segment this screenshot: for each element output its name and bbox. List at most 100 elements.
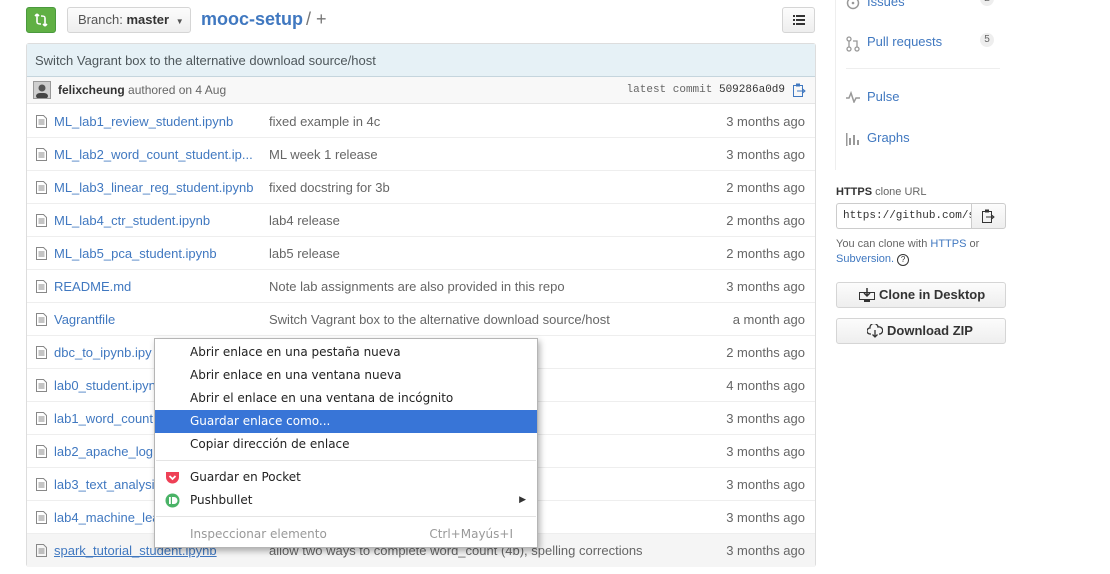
file-icon [36,445,47,458]
file-name-link[interactable]: lab4_machine_lea [54,501,160,534]
commit-age: 3 months ago [726,543,805,558]
file-icon [36,478,47,491]
table-row: ML_lab2_word_count_student.ip... ML week … [27,138,815,171]
commit-age: 2 months ago [726,246,805,261]
latest-commit: latest commit 509286a0d9 [627,77,785,104]
pulls-counter: 5 [980,33,994,47]
file-name-link[interactable]: ML_lab5_pca_student.ipynb [54,237,217,270]
avatar[interactable] [33,81,51,99]
file-name-link[interactable]: lab3_text_analysi [54,468,154,501]
commit-age: 2 months ago [726,213,805,228]
commit-message-link[interactable]: ML week 1 release [269,138,378,171]
clipboard-icon[interactable] [793,83,806,98]
file-icon [36,280,47,293]
menu-item-save-link-as[interactable]: Guardar enlace como... [155,410,537,433]
branch-name: master [126,12,170,27]
menu-item-pushbullet[interactable]: Pushbullet ▶ [155,489,537,512]
table-row: Vagrantfile Switch Vagrant box to the alt… [27,303,815,336]
file-name-link[interactable]: lab2_apache_log [54,435,153,468]
compare-button[interactable] [26,7,56,33]
menu-item-save-to-pocket[interactable]: Guardar en Pocket [155,466,537,489]
path-separator-add-file[interactable]: / + [306,7,327,31]
copy-clone-url-button[interactable] [971,203,1006,229]
menu-item-open-incognito[interactable]: Abrir el enlace en una ventana de incógn… [155,387,537,410]
file-name-link[interactable]: ML_lab4_ctr_student.ipynb [54,204,210,237]
commit-message-link[interactable]: Switch Vagrant box to the alternative do… [269,303,610,336]
subversion-link[interactable]: Subversion. [836,253,894,265]
commit-age: 3 months ago [726,114,805,129]
latest-commit-label: latest commit [626,84,713,96]
menu-item-copy-link-address[interactable]: Copiar dirección de enlace [155,433,537,456]
commit-age: 3 months ago [726,510,805,525]
pushbullet-icon [165,493,180,508]
file-name-link[interactable]: ML_lab1_review_student.ipynb [54,105,233,138]
commit-age: 3 months ago [726,147,805,162]
desktop-download-icon [859,288,875,302]
file-icon [36,379,47,392]
repo-name-link[interactable]: mooc-setup [201,7,303,31]
commit-age: 4 months ago [726,378,805,393]
file-name-link[interactable]: ML_lab2_word_count_student.ip... [54,138,253,171]
table-row: ML_lab4_ctr_student.ipynb lab4 release 2 m… [27,204,815,237]
file-name-link[interactable]: dbc_to_ipynb.ipy [54,336,152,369]
file-icon [36,313,47,326]
commit-message-link[interactable]: lab4 release [269,204,340,237]
sidebar-item-label: Graphs [867,130,910,145]
list-view-button[interactable] [782,7,815,33]
clone-help-text: You can clone with HTTPS or Subversion. … [836,238,980,266]
file-icon [36,148,47,161]
file-icon [36,544,47,557]
menu-item-inspect-element[interactable]: Inspeccionar elemento Ctrl+Mayús+I [155,523,537,546]
shortcut-label: Ctrl+Mayús+I [429,527,513,541]
issue-icon [846,0,860,10]
sidebar-divider [846,68,1000,69]
pull-request-icon [846,36,860,52]
commit-author: felixcheung authored on 4 Aug [58,77,226,104]
menu-item-open-new-tab[interactable]: Abrir enlace en una pestaña nueva [155,341,537,364]
commit-message-link[interactable]: fixed example in 4c [269,105,380,138]
clone-in-desktop-button[interactable]: Clone in Desktop [836,282,1006,308]
commit-title[interactable]: Switch Vagrant box to the alternative do… [27,44,815,77]
commit-sha-link[interactable]: 509286a0d9 [719,84,785,96]
menu-separator [156,516,536,517]
clone-url-input[interactable]: https://github.com/s [836,203,971,229]
https-link[interactable]: HTTPS [930,238,966,250]
graph-icon [846,133,859,146]
table-row: ML_lab5_pca_student.ipynb lab5 release 2 m… [27,237,815,270]
file-icon [36,412,47,425]
file-icon [36,511,47,524]
issues-counter: 2 [980,0,994,6]
commit-age: 3 months ago [726,444,805,459]
file-icon [36,214,47,227]
download-zip-button[interactable]: Download ZIP [836,318,1006,344]
commit-age: 3 months ago [726,477,805,492]
menu-item-open-new-window[interactable]: Abrir enlace en una ventana nueva [155,364,537,387]
commit-meta: felixcheung authored on 4 Aug latest com… [27,77,815,104]
file-icon [36,115,47,128]
branch-label: Branch: [78,12,123,27]
file-name-link[interactable]: Vagrantfile [54,303,115,336]
table-row: README.md Note lab assignments are also p… [27,270,815,303]
sidebar-item-label: Pull requests [867,34,943,49]
file-name-link[interactable]: README.md [54,270,131,303]
list-icon [793,15,805,25]
table-row: ML_lab1_review_student.ipynb fixed exampl… [27,105,815,138]
pocket-icon [166,472,179,484]
commit-age: 3 months ago [726,279,805,294]
file-name-link[interactable]: lab0_student.ipyn [54,369,156,402]
context-menu: Abrir enlace en una pestaña nueva Abrir … [154,338,538,548]
file-name-link[interactable]: lab1_word_count [54,402,153,435]
commit-message-link[interactable]: Note lab assignments are also provided i… [269,270,565,303]
commit-message-link[interactable]: lab5 release [269,237,340,270]
author-name[interactable]: felixcheung [58,83,125,97]
file-name-link[interactable]: ML_lab3_linear_reg_student.ipynb [54,171,253,204]
clone-url-label: HTTPS clone URL [836,186,927,198]
commit-age: a month ago [732,312,805,327]
branch-select-button[interactable]: Branch: master ▼ [67,7,191,33]
commit-message-link[interactable]: fixed docstring for 3b [269,171,390,204]
help-question-icon[interactable]: ? [897,254,910,266]
file-icon [36,247,47,260]
commit-age: 2 months ago [726,345,805,360]
cloud-download-icon [867,324,883,338]
repo-sidebar: Issues 2 Pull requests 5 Pulse Graphs [836,0,1006,170]
